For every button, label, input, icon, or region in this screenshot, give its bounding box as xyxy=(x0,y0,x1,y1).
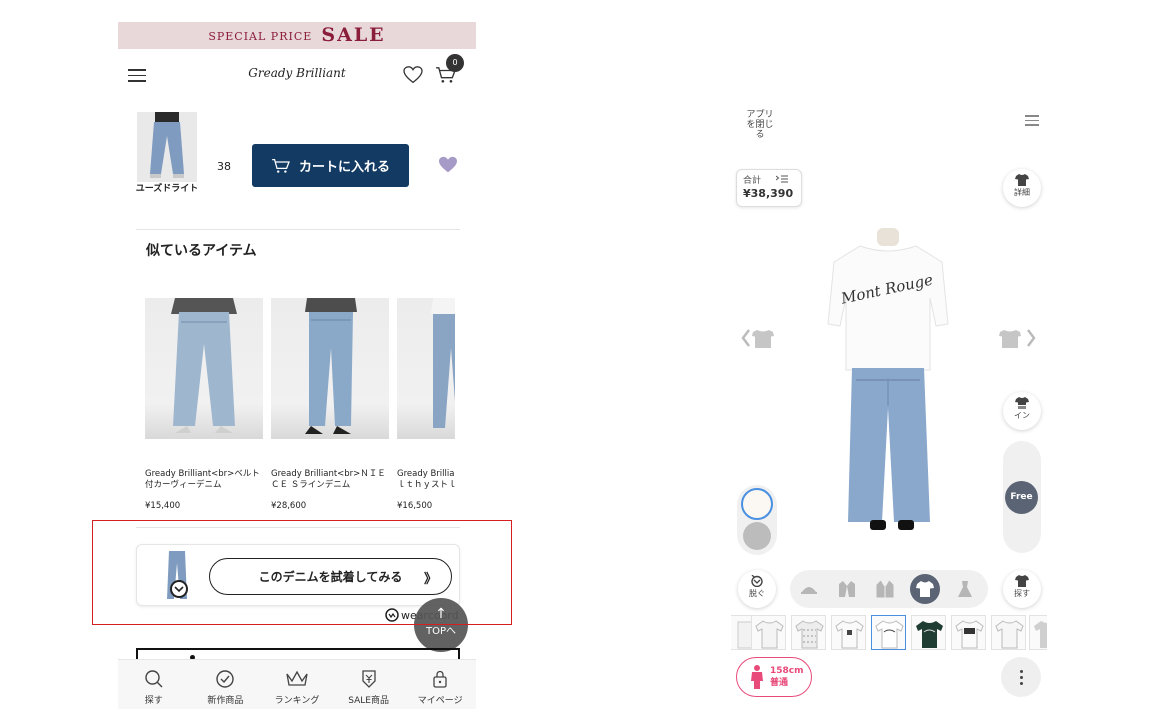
close-app-button[interactable]: アプリを閉じる xyxy=(743,110,777,140)
tshirt-search-icon xyxy=(1015,575,1029,587)
product-image[interactable] xyxy=(397,298,455,439)
tab-sale[interactable]: SALE商品 xyxy=(333,660,405,709)
sale-tag-icon xyxy=(361,670,376,688)
next-top-arrow-icon[interactable] xyxy=(999,326,1037,350)
item-thumbnail-strip xyxy=(731,615,1047,652)
similar-items-carousel[interactable]: Gready Brilliant<br>ベルト 付カーヴィーデニム ¥15,400… xyxy=(145,298,455,513)
tab-mypage[interactable]: マイページ xyxy=(404,660,476,709)
item-thumbnail[interactable] xyxy=(951,615,986,650)
tab-search[interactable]: 探す xyxy=(118,660,190,709)
category-dress[interactable] xyxy=(950,574,980,604)
tab-ranking[interactable]: ランキング xyxy=(261,660,333,709)
item-thumbnail[interactable] xyxy=(1029,615,1047,650)
tuck-in-button[interactable]: イン xyxy=(1003,392,1041,430)
cart-count-badge: 0 xyxy=(446,54,464,72)
search-icon xyxy=(145,670,163,688)
person-icon xyxy=(751,665,763,689)
hat-icon xyxy=(801,587,817,594)
product-card[interactable]: Gready Brillia ｌｔｈｙストｌ ¥16,500 xyxy=(397,298,455,511)
highlight-box xyxy=(92,520,512,625)
tuck-in-shirt-icon xyxy=(1015,397,1029,409)
add-to-cart-label: カートに入れる xyxy=(298,160,390,175)
product-name: Gready Brillia ｌｔｈｙストｌ xyxy=(397,469,455,490)
tshirt-icon xyxy=(1015,174,1029,186)
item-thumbnail[interactable] xyxy=(831,615,866,650)
undress-button[interactable]: 脱ぐ xyxy=(738,570,776,608)
total-price: ¥38,390 xyxy=(743,187,794,200)
total-label: 合計 xyxy=(743,173,795,186)
sale-banner-small: SPECIAL PRICE xyxy=(208,30,313,43)
search-items-button[interactable]: 探す xyxy=(1003,570,1041,608)
product-name: Gready Brilliant<br>ＮＩＥ ＣＥ Ｓラインデニム xyxy=(271,469,386,490)
product-card[interactable]: Gready Brilliant<br>ベルト 付カーヴィーデニム ¥15,400 xyxy=(145,298,263,511)
crown-icon xyxy=(286,670,308,686)
dress-icon xyxy=(958,581,972,597)
product-name: Gready Brilliant<br>ベルト 付カーヴィーデニム xyxy=(145,469,260,490)
body-type-chip[interactable]: 158cm 普通 xyxy=(736,657,812,697)
detail-button[interactable]: 詳細 xyxy=(1003,169,1041,207)
category-jacket[interactable] xyxy=(870,574,900,604)
lock-icon xyxy=(433,670,447,688)
scroll-to-top-label: TOPへ xyxy=(425,626,456,637)
product-image[interactable] xyxy=(271,298,389,439)
jacket-icon xyxy=(876,580,894,598)
previous-top-arrow-icon[interactable] xyxy=(741,326,779,350)
color-swatch-white[interactable] xyxy=(741,488,773,520)
sale-banner-big: SALE xyxy=(321,24,386,46)
header: Gready Brilliant 0 xyxy=(118,52,476,98)
list-icon xyxy=(775,175,788,183)
selected-size: 38 xyxy=(217,160,231,173)
item-thumbnail[interactable] xyxy=(911,615,946,650)
tab-new-items[interactable]: 新作商品 xyxy=(190,660,262,709)
product-price: ¥15,400 xyxy=(145,501,181,511)
category-selector xyxy=(790,570,988,608)
favorite-heart-icon[interactable] xyxy=(438,156,458,174)
selected-color-thumbnail[interactable] xyxy=(137,112,197,182)
body-type-text: 158cm 普通 xyxy=(770,666,804,688)
product-price: ¥28,600 xyxy=(271,501,307,511)
category-hat[interactable] xyxy=(794,574,824,604)
tshirt-icon xyxy=(916,581,934,597)
total-price-box[interactable]: 合計 ¥38,390 xyxy=(736,169,802,207)
more-options-icon[interactable] xyxy=(1001,657,1041,697)
category-tops[interactable] xyxy=(910,574,940,604)
sale-banner[interactable]: SPECIAL PRICE SALE xyxy=(118,22,476,49)
item-thumbnail[interactable] xyxy=(791,615,826,650)
item-thumbnail[interactable] xyxy=(991,615,1026,650)
item-thumbnail[interactable] xyxy=(751,615,786,650)
coat-icon xyxy=(839,581,855,597)
item-thumbnail-selected[interactable] xyxy=(871,615,906,650)
product-card[interactable]: Gready Brilliant<br>ＮＩＥ ＣＥ Ｓラインデニム ¥28,60… xyxy=(271,298,389,511)
divider xyxy=(136,229,460,230)
category-coat[interactable] xyxy=(832,574,862,604)
jeans-thumbnail-icon xyxy=(137,112,197,182)
color-swatch-gray[interactable] xyxy=(743,522,771,550)
similar-items-title: 似ているアイテム xyxy=(146,243,257,259)
check-circle-icon xyxy=(216,670,235,688)
add-to-cart-button[interactable]: カートに入れる xyxy=(252,144,409,187)
menu-icon[interactable] xyxy=(1025,115,1039,129)
heart-icon[interactable] xyxy=(403,66,423,84)
cart-icon xyxy=(272,158,290,173)
size-slider-knob[interactable]: Free xyxy=(1005,481,1038,514)
product-image[interactable] xyxy=(145,298,263,439)
selected-color-label: ユーズドライト xyxy=(135,184,199,194)
bottom-tab-bar: 探す 新作商品 ランキング SALE商品 マイページ xyxy=(118,659,476,709)
product-price: ¥16,500 xyxy=(397,501,433,511)
mannequin-outfit-preview: Mont Rouge xyxy=(827,228,949,530)
undress-icon xyxy=(751,575,763,587)
